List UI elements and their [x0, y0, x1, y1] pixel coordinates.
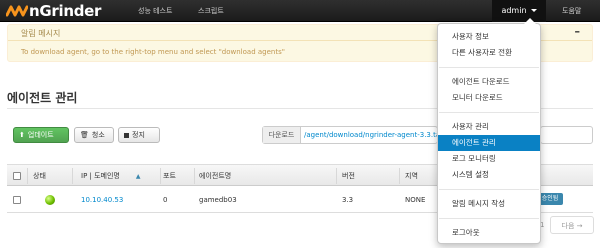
user-name: admin: [501, 6, 527, 15]
column-divider: [160, 168, 161, 184]
menu-item-download-agent[interactable]: 에이전트 다운로드: [438, 74, 540, 90]
agent-region: NONE: [405, 196, 426, 204]
menu-divider: [439, 112, 539, 113]
update-label: 업데이트: [27, 131, 54, 139]
trash-icon: 🗑: [80, 131, 89, 139]
ngrinder-logo[interactable]: nGrinder: [6, 2, 101, 20]
logo-wave-icon: [6, 5, 28, 17]
nav-help[interactable]: 도움말: [562, 0, 581, 22]
page-title: 에이전트 관리: [7, 91, 78, 105]
update-button[interactable]: ⬆ 업데이트: [13, 127, 69, 143]
menu-item-user-info[interactable]: 사용자 정보: [438, 29, 540, 45]
status-ready-icon: [45, 195, 55, 205]
top-navbar: nGrinder 성능 테스트 스크립트 admin 도움말: [0, 0, 600, 22]
menu-item-switch-user[interactable]: 다른 사용자로 전환: [438, 45, 540, 61]
download-label: 다운로드: [263, 127, 301, 143]
column-divider: [27, 168, 28, 184]
search-input[interactable]: [540, 126, 593, 144]
user-dropdown-menu: 사용자 정보 다른 사용자로 전환 에이전트 다운로드 모니터 다운로드 사용자…: [437, 18, 541, 244]
row-checkbox[interactable]: [13, 196, 21, 204]
pagination: 1 다음 →: [540, 216, 594, 234]
clean-button[interactable]: 🗑 청소: [74, 127, 114, 143]
logo-text: nGrinder: [29, 2, 102, 20]
menu-item-download-monitor[interactable]: 모니터 다운로드: [438, 90, 540, 106]
notice-body: To download agent, go to the right-top m…: [21, 48, 285, 56]
pager-next-button[interactable]: 다음 →: [550, 216, 594, 234]
menu-divider: [439, 218, 539, 219]
nav-performance-test[interactable]: 성능 테스트: [138, 0, 172, 22]
download-link[interactable]: /agent/download/ngrinder-agent-3.3.tar: [304, 127, 437, 143]
caret-down-icon: [530, 9, 537, 12]
col-region[interactable]: 지역: [405, 165, 418, 187]
menu-item-system-config[interactable]: 시스템 설정: [438, 167, 540, 183]
arrow-up-icon: ⬆: [19, 131, 25, 139]
user-menu-toggle[interactable]: admin: [492, 0, 546, 22]
stop-button[interactable]: 정지: [118, 127, 160, 143]
pager-page[interactable]: 1: [540, 216, 550, 234]
col-version[interactable]: 버전: [342, 165, 355, 187]
agent-port: 0: [163, 196, 168, 204]
column-divider: [399, 168, 400, 184]
page: nGrinder 성능 테스트 스크립트 admin 도움말 알림 메시지 – …: [0, 0, 600, 248]
download-box: 다운로드 /agent/download/ngrinder-agent-3.3.…: [262, 126, 438, 144]
menu-item-log-monitoring[interactable]: 로그 모니터링: [438, 151, 540, 167]
collapse-button[interactable]: –: [575, 25, 581, 38]
select-all-checkbox[interactable]: [13, 172, 21, 180]
col-status[interactable]: 상태: [33, 165, 46, 187]
menu-pointer: [524, 18, 536, 24]
column-divider: [194, 168, 195, 184]
col-ip[interactable]: IP | 도메인명 ▲: [81, 165, 140, 187]
menu-item-logout[interactable]: 로그아웃: [438, 225, 540, 241]
menu-item-write-notice[interactable]: 알림 메시지 작성: [438, 196, 540, 212]
stop-label: 정지: [132, 131, 145, 139]
menu-item-user-management[interactable]: 사용자 관리: [438, 119, 540, 135]
agent-ip-link[interactable]: 10.10.40.53: [81, 187, 123, 213]
notice-title: 알림 메시지: [21, 29, 61, 38]
col-ip-label: IP | 도메인명: [81, 172, 120, 180]
menu-divider: [439, 67, 539, 68]
clean-label: 청소: [91, 131, 105, 139]
sort-asc-icon: ▲: [135, 173, 141, 180]
column-divider: [336, 168, 337, 184]
agent-version: 3.3: [342, 196, 354, 204]
col-port[interactable]: 포트: [163, 165, 176, 187]
stop-icon: [124, 132, 129, 138]
nav-script[interactable]: 스크립트: [198, 0, 224, 22]
menu-item-agent-management[interactable]: 에이전트 관리: [438, 135, 540, 151]
column-divider: [72, 168, 73, 184]
menu-divider: [439, 189, 539, 190]
col-agent-name[interactable]: 에이전트명: [199, 165, 231, 187]
agent-name: gamedb03: [199, 196, 237, 204]
